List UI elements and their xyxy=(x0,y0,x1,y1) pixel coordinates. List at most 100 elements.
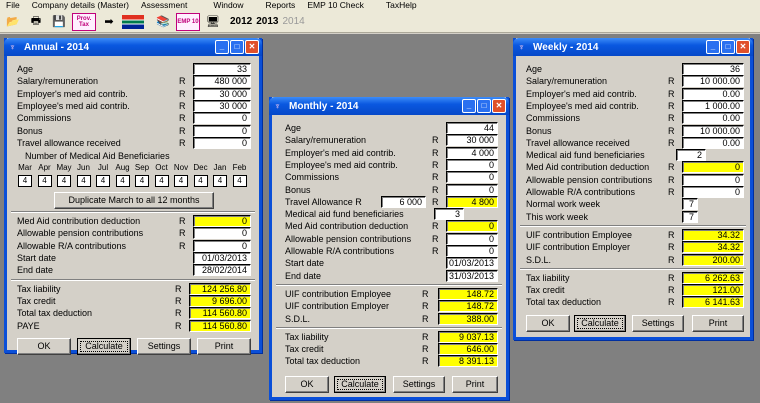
print-button[interactable]: Print xyxy=(692,314,744,332)
tax-liability-field[interactable]: 124 256.80 xyxy=(189,282,251,295)
bonus-field[interactable]: 0 xyxy=(446,183,498,196)
allowable-r-a-contributions-field[interactable]: 0 xyxy=(446,245,498,257)
open-folder-icon[interactable]: 📂 xyxy=(3,13,23,31)
salary-remuneration-field[interactable]: 10 000.00 xyxy=(682,75,744,88)
start-date-field[interactable]: 01/03/2013 xyxy=(446,257,498,270)
month-beneficiaries-jul[interactable]: 4 xyxy=(96,175,110,188)
month-beneficiaries-mar[interactable]: 4 xyxy=(18,175,32,188)
print-button[interactable]: Print xyxy=(452,375,498,393)
print-button[interactable]: Print xyxy=(197,337,251,355)
calculate-button[interactable]: Calculate xyxy=(77,337,131,355)
month-beneficiaries-apr[interactable]: 4 xyxy=(37,175,52,188)
ok-button[interactable]: OK xyxy=(285,375,329,393)
age-field[interactable]: 33 xyxy=(193,63,251,75)
calculate-button[interactable]: Calculate xyxy=(334,375,386,393)
employer-s-med-aid-contrib-field[interactable]: 30 000 xyxy=(193,87,251,100)
weekly-titlebar[interactable]: ♆ Weekly - 2014 _ □ ✕ xyxy=(513,38,753,56)
this-work-week-field[interactable]: 7 xyxy=(682,210,698,223)
menu-window[interactable]: Window xyxy=(207,0,249,11)
close-icon[interactable]: ✕ xyxy=(736,40,750,54)
year-2014[interactable]: 2014 xyxy=(283,16,305,27)
menu-file[interactable]: File xyxy=(0,0,26,11)
employer-s-med-aid-contrib-field[interactable]: 0.00 xyxy=(682,87,744,100)
month-beneficiaries-dec[interactable]: 4 xyxy=(193,175,208,188)
month-beneficiaries-nov[interactable]: 4 xyxy=(174,175,188,188)
travel-allowance-received-field[interactable]: 0.00 xyxy=(682,136,744,149)
uif-contribution-employee-field[interactable]: 148.72 xyxy=(438,287,498,300)
emp10-button[interactable]: EMP 10 xyxy=(176,12,200,31)
menu-assessment[interactable]: Assessment xyxy=(135,0,193,11)
age-field[interactable]: 44 xyxy=(446,122,498,134)
total-tax-deduction-field[interactable]: 8 391.13 xyxy=(438,355,498,368)
minimize-icon[interactable]: _ xyxy=(706,40,720,54)
med-aid-contribution-deduction-field[interactable]: 0 xyxy=(682,161,744,174)
allowable-r-a-contributions-field[interactable]: 0 xyxy=(682,186,744,198)
ok-button[interactable]: OK xyxy=(526,314,570,332)
save-icon[interactable]: 💾 xyxy=(49,13,69,31)
tax-liability-field[interactable]: 9 037.13 xyxy=(438,330,498,343)
month-beneficiaries-aug[interactable]: 4 xyxy=(115,175,130,188)
uif-contribution-employee-field[interactable]: 34.32 xyxy=(682,228,744,241)
tax-liability-field[interactable]: 6 262.63 xyxy=(682,271,744,284)
year-2012[interactable]: 2012 xyxy=(230,16,252,27)
calculate-button[interactable]: Calculate xyxy=(574,314,626,332)
employee-s-med-aid-contrib-field[interactable]: 0 xyxy=(446,158,498,171)
settings-button[interactable]: Settings xyxy=(137,337,191,355)
tax-credit-field[interactable]: 121.00 xyxy=(682,284,744,297)
monitor-icon[interactable]: 🖥 xyxy=(203,13,223,31)
maximize-icon[interactable]: □ xyxy=(230,40,244,54)
employee-s-med-aid-contrib-field[interactable]: 30 000 xyxy=(193,99,251,112)
close-icon[interactable]: ✕ xyxy=(245,40,259,54)
commissions-field[interactable]: 0 xyxy=(446,171,498,184)
ok-button[interactable]: OK xyxy=(17,337,71,355)
travel-allowance-received-field[interactable]: 0 xyxy=(193,136,251,149)
bonus-field[interactable]: 0 xyxy=(193,124,251,137)
allowable-pension-contributions-field[interactable]: 0 xyxy=(682,173,744,186)
annual-titlebar[interactable]: ♆ Annual - 2014 _ □ ✕ xyxy=(4,38,262,56)
arrow-right-icon[interactable]: ➡ xyxy=(99,13,119,31)
travel-allowance-input[interactable]: 6 000 xyxy=(381,195,426,208)
allowable-r-a-contributions-field[interactable]: 0 xyxy=(193,239,251,252)
tax-credit-field[interactable]: 646.00 xyxy=(438,343,498,356)
start-date-field[interactable]: 01/03/2013 xyxy=(193,252,251,264)
duplicate-march-button[interactable]: Duplicate March to all 12 months xyxy=(54,192,214,210)
close-icon[interactable]: ✕ xyxy=(492,99,506,113)
paye-field[interactable]: 114 560.80 xyxy=(189,319,251,332)
maximize-icon[interactable]: □ xyxy=(477,99,491,113)
age-field[interactable]: 36 xyxy=(682,63,744,75)
maximize-icon[interactable]: □ xyxy=(721,40,735,54)
minimize-icon[interactable]: _ xyxy=(462,99,476,113)
allowable-pension-contributions-field[interactable]: 0 xyxy=(193,227,251,240)
settings-button[interactable]: Settings xyxy=(632,314,684,332)
commissions-field[interactable]: 0 xyxy=(193,112,251,125)
month-beneficiaries-feb[interactable]: 4 xyxy=(232,175,247,188)
medical-aid-beneficiaries-field[interactable]: 3 xyxy=(434,208,464,221)
uif-contribution-employer-field[interactable]: 148.72 xyxy=(438,300,498,313)
flag-icon[interactable] xyxy=(122,14,144,29)
med-aid-contribution-deduction-field[interactable]: 0 xyxy=(446,220,498,233)
total-tax-deduction-field[interactable]: 6 141.63 xyxy=(682,296,744,309)
month-beneficiaries-sep[interactable]: 4 xyxy=(135,175,149,188)
bonus-field[interactable]: 10 000.00 xyxy=(682,124,744,137)
end-date-field[interactable]: 31/03/2013 xyxy=(446,269,498,282)
total-tax-deduction-field[interactable]: 114 560.80 xyxy=(189,307,251,320)
normal-work-week-field[interactable]: 7 xyxy=(682,198,698,211)
salary-remuneration-field[interactable]: 480 000 xyxy=(193,75,251,88)
employer-s-med-aid-contrib-field[interactable]: 4 000 xyxy=(446,146,498,159)
tax-credit-field[interactable]: 9 696.00 xyxy=(189,294,251,307)
commissions-field[interactable]: 0.00 xyxy=(682,112,744,125)
s-d-l-field[interactable]: 200.00 xyxy=(682,253,744,266)
monthly-titlebar[interactable]: ♆ Monthly - 2014 _ □ ✕ xyxy=(269,97,509,115)
print-icon[interactable]: 🖶 xyxy=(26,13,46,31)
prov-tax-button[interactable]: Prov. Tax xyxy=(72,12,96,31)
uif-contribution-employer-field[interactable]: 34.32 xyxy=(682,241,744,254)
medical-aid-beneficiaries-field[interactable]: 2 xyxy=(676,149,706,162)
books-icon[interactable]: 📚 xyxy=(153,13,173,31)
menu-company-details[interactable]: Company details (Master) xyxy=(26,0,135,11)
menu-reports[interactable]: Reports xyxy=(260,0,302,11)
travel-allowance-value[interactable]: 4 800 xyxy=(446,195,498,208)
med-aid-contribution-deduction-field[interactable]: 0 xyxy=(193,215,251,228)
month-beneficiaries-jan[interactable]: 4 xyxy=(213,175,227,188)
allowable-pension-contributions-field[interactable]: 0 xyxy=(446,232,498,245)
salary-remuneration-field[interactable]: 30 000 xyxy=(446,134,498,147)
